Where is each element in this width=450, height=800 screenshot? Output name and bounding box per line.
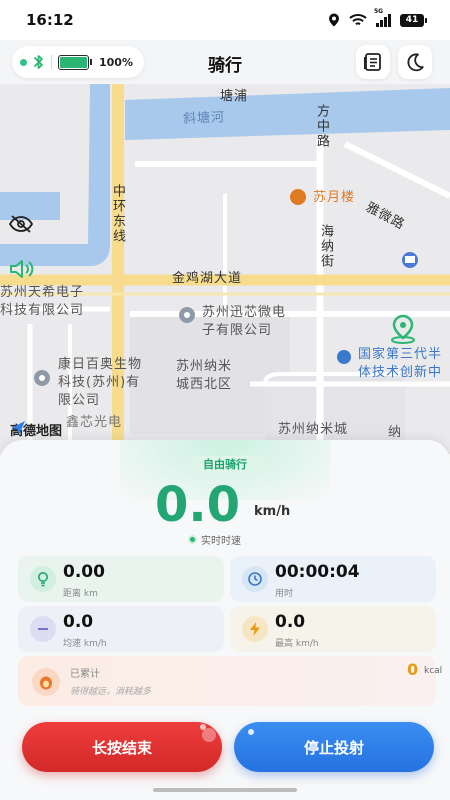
- device-battery-icon: [58, 54, 92, 70]
- flame-icon: [32, 668, 60, 696]
- end-ride-button[interactable]: 长按结束: [22, 722, 222, 772]
- header: 100% 骑行: [0, 40, 450, 84]
- duration-label: 用时: [275, 589, 294, 599]
- lightning-icon: [242, 616, 268, 642]
- minus-icon: [30, 616, 56, 642]
- map-label-hainajie: 海纳街: [318, 224, 333, 269]
- map-label-suyuelou: 苏月楼: [313, 190, 356, 205]
- map-label-xibei: 苏州纳米 城西北区: [176, 359, 233, 392]
- speed-unit: km/h: [254, 504, 291, 519]
- calorie-value: 0: [407, 660, 419, 679]
- map-label-xunxin: 苏州迅芯微电 子有限公司: [202, 305, 287, 338]
- home-indicator[interactable]: [153, 788, 297, 792]
- duration-card: 00:00:04 用时: [230, 556, 436, 602]
- amap-logo: 高德地图: [10, 420, 62, 439]
- status-battery-icon: 41: [400, 13, 427, 27]
- map-label-kangri: 康日百奥生物 科技(苏州)有 限公司: [58, 357, 143, 408]
- max-speed-label: 最高 km/h: [275, 639, 319, 649]
- bulb-icon: [30, 566, 56, 592]
- avg-speed-card: 0.0 均速 km/h: [18, 606, 224, 652]
- button-decoration: [248, 729, 254, 735]
- map-label-namicheng: 苏州纳米城: [278, 422, 349, 437]
- map-label-fangzhonglu: 方中路: [314, 104, 329, 149]
- document-icon: [364, 53, 381, 71]
- location-icon: [329, 13, 339, 27]
- button-decoration: [200, 724, 206, 730]
- navigation-arrow-icon: [11, 421, 25, 435]
- map-label-guojia: 国家第三代半 体技术创新中: [358, 347, 443, 380]
- status-icons: 5G 41: [328, 8, 427, 27]
- avg-speed-label: 均速 km/h: [63, 639, 107, 649]
- max-speed-card: 0.0 最高 km/h: [230, 606, 436, 652]
- calorie-title: 已累计: [70, 669, 100, 680]
- status-battery-level: 41: [405, 15, 419, 25]
- stop-cast-button[interactable]: 停止投射: [234, 722, 434, 772]
- distance-value: 0.00: [63, 562, 105, 582]
- speed-value: 0.0: [155, 477, 241, 533]
- calorie-card: 已累计 骑得越远，消耗越多 0 kcal: [18, 656, 442, 706]
- device-status-pill[interactable]: 100%: [12, 46, 144, 78]
- device-battery-percent: 100%: [99, 55, 133, 69]
- map-label-xietanghe: 斜塘河: [182, 110, 226, 127]
- speaker-icon: [10, 260, 34, 278]
- live-speed-label: 实时时速: [188, 532, 241, 547]
- map-label-tangpu: 塘浦: [220, 89, 249, 104]
- map-label-zhonghuandongxian: 中环东线: [110, 184, 125, 244]
- status-bar: 16:12 5G 41: [0, 0, 450, 40]
- pill-divider: [51, 55, 52, 69]
- hide-map-button[interactable]: [8, 214, 48, 254]
- ride-screen: 16:12 5G 41 100% 骑行 塘浦 斜塘河 方中路 中环东线 苏月楼 …: [0, 0, 450, 800]
- calorie-unit: kcal: [424, 666, 443, 676]
- document-button[interactable]: [356, 45, 390, 79]
- connected-dot: [20, 58, 27, 66]
- moon-icon: [407, 53, 424, 72]
- wifi-icon: [349, 14, 367, 26]
- status-time: 16:12: [26, 11, 74, 29]
- stop-cast-label: 停止投射: [303, 738, 364, 757]
- eye-off-icon: [8, 215, 34, 233]
- distance-label: 距离 km: [63, 589, 98, 599]
- ride-mode-badge: 自由骑行: [186, 456, 264, 474]
- map-view[interactable]: 塘浦 斜塘河 方中路 中环东线 苏月楼 雅微路 海纳街 金鸡湖大道 苏州天希电子…: [0, 84, 450, 454]
- avg-speed-value: 0.0: [63, 612, 94, 632]
- calorie-subtitle: 骑得越远，消耗越多: [70, 687, 152, 697]
- duration-value: 00:00:04: [275, 562, 360, 582]
- live-indicator-dot: [188, 535, 197, 544]
- signal-tag: 5G: [374, 7, 384, 15]
- map-label-jinjihu: 金鸡湖大道: [172, 271, 243, 286]
- clock-icon: [242, 566, 268, 592]
- speed-display: 0.0 km/h: [0, 476, 450, 534]
- voice-button[interactable]: [8, 258, 48, 298]
- button-decoration: [202, 728, 216, 742]
- end-ride-label: 长按结束: [91, 738, 152, 757]
- ride-panel: 自由骑行 0.0 km/h 实时时速 0.00 距离 km 00:00:04 用…: [0, 440, 450, 800]
- map-label-guangdian: 鑫芯光电: [66, 415, 123, 430]
- theme-toggle-button[interactable]: [398, 45, 432, 79]
- bluetooth-icon: [34, 55, 43, 69]
- distance-card: 0.00 距离 km: [18, 556, 224, 602]
- live-speed-text: 实时时速: [201, 536, 241, 547]
- cell-signal-icon: 5G: [374, 8, 391, 27]
- max-speed-value: 0.0: [275, 612, 306, 632]
